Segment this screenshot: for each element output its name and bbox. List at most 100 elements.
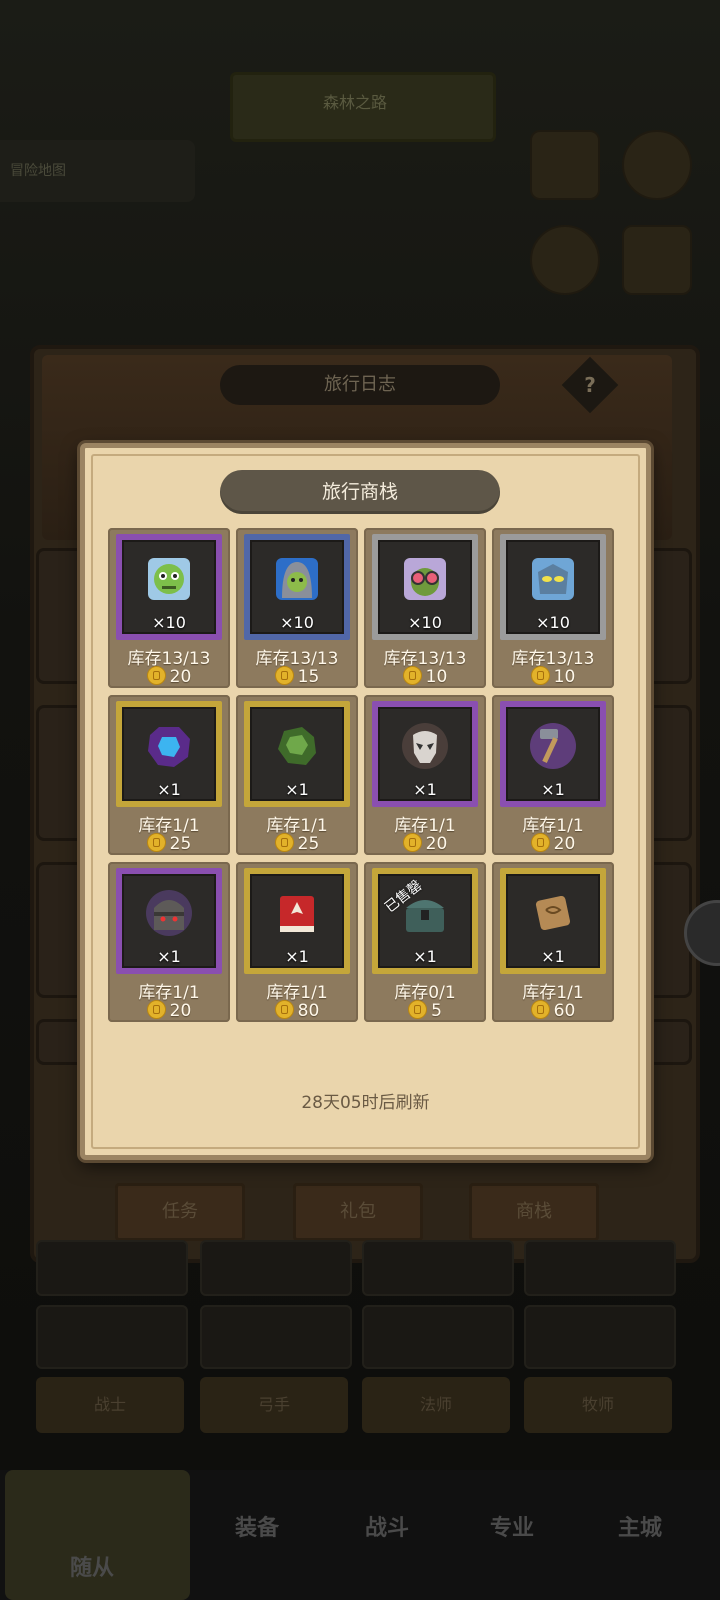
bg-hero-card [524,1240,676,1296]
bg-hero-card [524,1305,676,1369]
item-price-value: 20 [169,667,192,687]
item-frame: ×1 [116,701,222,807]
item-price-value: 20 [425,834,448,854]
gold-coin-icon [274,666,294,685]
bg-hero-card [200,1305,352,1369]
item-frame: ×10 [244,534,350,640]
gold-coin-icon [146,1000,166,1019]
shop-item-slot[interactable]: 已售罄 ×1 库存0/1 5 [364,862,486,1022]
item-frame: ×1 [500,868,606,974]
item-price-value: 15 [297,667,320,687]
red-book-icon [272,888,322,938]
gold-coin-icon [402,833,422,852]
shop-item-slot[interactable]: ×1 库存1/1 80 [236,862,358,1022]
item-price-value: 20 [169,1001,192,1021]
gold-coin-icon [274,1000,294,1019]
item-quantity: ×1 [541,947,565,966]
item-quantity: ×10 [152,613,186,632]
item-price: 20 [108,666,230,687]
item-frame: 已售罄 ×1 [372,868,478,974]
gold-coin-icon [146,666,166,685]
item-quantity: ×1 [285,947,309,966]
shop-item-slot[interactable]: ×10 库存13/13 10 [364,528,486,688]
bg-nav-equipment: 装备 [235,1516,280,1541]
item-quantity: ×1 [157,780,181,799]
bg-map-label: 冒险地图 [10,163,66,179]
zombie-icon [144,554,194,604]
robot-mask-icon [528,554,578,604]
bg-hero-card [36,1305,188,1369]
shop-item-slot[interactable]: ×1 库存1/1 25 [236,695,358,855]
shop-item-slot[interactable]: ×1 库存1/1 25 [108,695,230,855]
item-quantity: ×1 [541,780,565,799]
bg-class-label: 战士 [36,1377,184,1433]
bg-nav-battle: 战斗 [365,1516,410,1541]
shop-item-slot[interactable]: ×1 库存1/1 20 [492,695,614,855]
bg-hero-card [200,1240,352,1296]
purple-gem-icon [144,721,194,771]
bg-map-button: 冒险地图 [0,140,195,202]
bg-help-icon: ? [561,356,619,414]
shop-item-slot[interactable]: ×1 库存1/1 20 [364,695,486,855]
bg-chest-icon [622,225,692,295]
bg-class-label: 弓手 [200,1377,348,1433]
item-frame: ×1 [116,868,222,974]
item-price: 10 [364,666,486,687]
bg-book-icon [530,130,600,200]
bg-nav-followers: 随从 [70,1556,115,1581]
bg-gear-icon [622,130,692,200]
item-price-value: 5 [431,1001,442,1021]
item-price-value: 20 [553,834,576,854]
item-frame: ×1 [244,868,350,974]
item-price-value: 25 [169,834,192,854]
bg-nav-city: 主城 [618,1516,663,1541]
item-price: 25 [236,833,358,854]
item-price: 10 [492,666,614,687]
gold-coin-icon [146,833,166,852]
shop-item-slot[interactable]: ×1 库存1/1 20 [108,862,230,1022]
item-price-value: 25 [297,834,320,854]
item-price: 60 [492,1000,614,1021]
item-quantity: ×1 [413,780,437,799]
item-price-value: 60 [553,1001,576,1021]
item-quantity: ×10 [536,613,570,632]
item-frame: ×10 [500,534,606,640]
goggles-goblin-icon [400,554,450,604]
green-ore-icon [272,721,322,771]
shop-item-slot[interactable]: ×1 库存1/1 60 [492,862,614,1022]
item-price: 20 [108,1000,230,1021]
hammer-icon [528,721,578,771]
travel-shop-modal: 旅行商栈 ×10 库存13/13 20 ×10 库存13/13 15 ×10 库存13/13 1… [80,443,651,1160]
item-price: 5 [364,1000,486,1021]
bg-tab-shop: 商栈 [469,1183,599,1241]
item-price: 15 [236,666,358,687]
item-quantity: ×10 [280,613,314,632]
bg-pumpkin-icon [530,225,600,295]
shop-item-slot[interactable]: ×10 库存13/13 20 [108,528,230,688]
shop-item-slot[interactable]: ×10 库存13/13 15 [236,528,358,688]
item-quantity: ×1 [285,780,309,799]
bg-tab-gifts: 礼包 [293,1183,423,1241]
bg-class-label: 法师 [362,1377,510,1433]
bg-journal-title: 旅行日志 [220,365,500,405]
refresh-timer: 28天05时后刷新 [301,1093,430,1113]
skull-mask-icon [400,721,450,771]
shop-item-slot[interactable]: ×10 库存13/13 10 [492,528,614,688]
item-frame: ×1 [500,701,606,807]
item-quantity: ×10 [408,613,442,632]
bg-location-label: 森林之路 [323,93,388,112]
gold-coin-icon [408,1000,428,1019]
gold-coin-icon [530,833,550,852]
scroll-icon [528,888,578,938]
hooded-zombie-icon [272,554,322,604]
item-price-value: 10 [425,667,448,687]
gold-coin-icon [274,833,294,852]
bg-tab-tasks: 任务 [115,1183,245,1241]
gold-coin-icon [530,1000,550,1019]
item-frame: ×1 [244,701,350,807]
bg-class-label: 牧师 [524,1377,672,1433]
bg-nav-profession: 专业 [490,1516,535,1541]
item-price-value: 10 [553,667,576,687]
item-price: 25 [108,833,230,854]
item-frame: ×10 [116,534,222,640]
